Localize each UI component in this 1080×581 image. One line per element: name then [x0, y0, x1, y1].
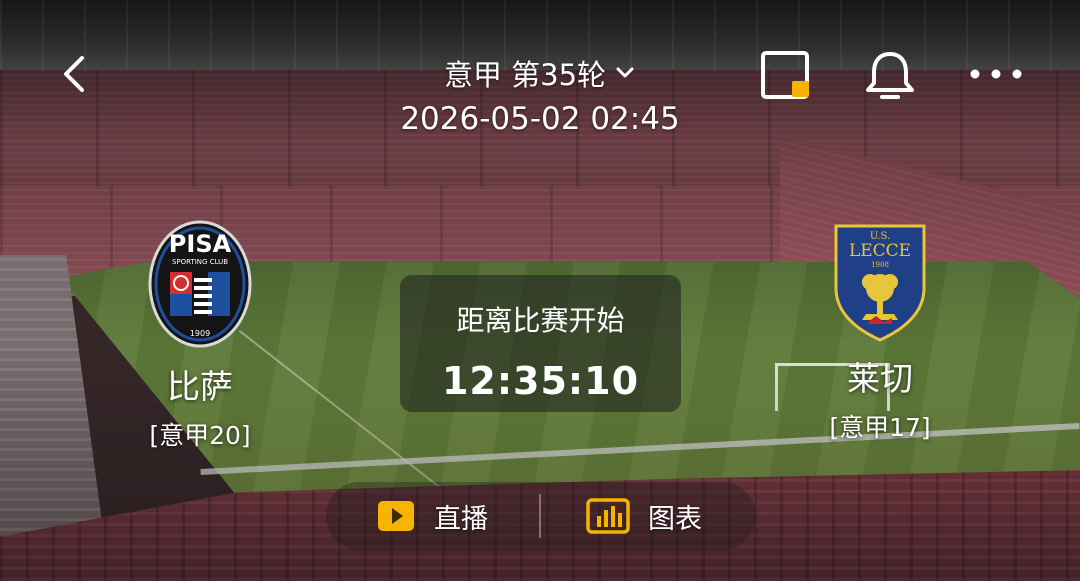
- svg-text:1908: 1908: [871, 261, 889, 269]
- back-chevron-icon: [64, 56, 84, 92]
- match-datetime: 2026-05-02 02:45: [400, 101, 680, 137]
- pisa-crest-icon: PISA SPORTING CLUB 1909: [148, 220, 252, 348]
- bar-chart-icon: [586, 498, 630, 534]
- match-detail-screen: 意甲 第35轮 2026-05-02 02:45 PISA SPORTING C…: [0, 0, 1080, 581]
- more-dots-icon: [970, 69, 1022, 79]
- svg-text:1909: 1909: [190, 329, 210, 338]
- tab-chart[interactable]: 图表: [586, 496, 702, 536]
- countdown-label: 距离比赛开始: [456, 304, 625, 337]
- tab-live[interactable]: 直播: [376, 496, 488, 536]
- live-play-icon: [378, 501, 414, 531]
- notification-button[interactable]: [862, 50, 918, 100]
- svg-text:PISA: PISA: [169, 230, 232, 258]
- back-button[interactable]: [54, 54, 94, 94]
- more-button[interactable]: [966, 50, 1026, 100]
- lecce-crest-icon: U.S. LECCE 1908: [834, 224, 926, 342]
- home-team-rank: [意甲20]: [149, 421, 251, 450]
- countdown-panel: 距离比赛开始 12:35:10: [400, 275, 681, 412]
- league-round-selector[interactable]: 意甲 第35轮: [444, 52, 636, 94]
- svg-text:LECCE: LECCE: [849, 241, 911, 261]
- picture-in-picture-icon: [761, 51, 809, 99]
- countdown-time: 12:35:10: [441, 359, 640, 403]
- picture-in-picture-button[interactable]: [760, 50, 812, 100]
- chevron-down-icon: [616, 67, 634, 78]
- bell-icon: [866, 52, 914, 99]
- svg-text:SPORTING CLUB: SPORTING CLUB: [172, 258, 228, 266]
- away-team-rank: [意甲17]: [829, 413, 931, 442]
- away-team[interactable]: U.S. LECCE 1908 莱切 [意甲17]: [780, 222, 980, 444]
- away-team-name: 莱切: [847, 359, 913, 398]
- tab-live-label: 直播: [434, 503, 488, 535]
- tab-chart-label: 图表: [648, 503, 702, 535]
- league-round-title: 意甲 第35轮: [443, 58, 607, 92]
- home-team-name: 比萨: [167, 367, 233, 406]
- tab-divider: [539, 494, 541, 538]
- home-team[interactable]: PISA SPORTING CLUB 1909 比萨 [意甲20]: [100, 220, 300, 452]
